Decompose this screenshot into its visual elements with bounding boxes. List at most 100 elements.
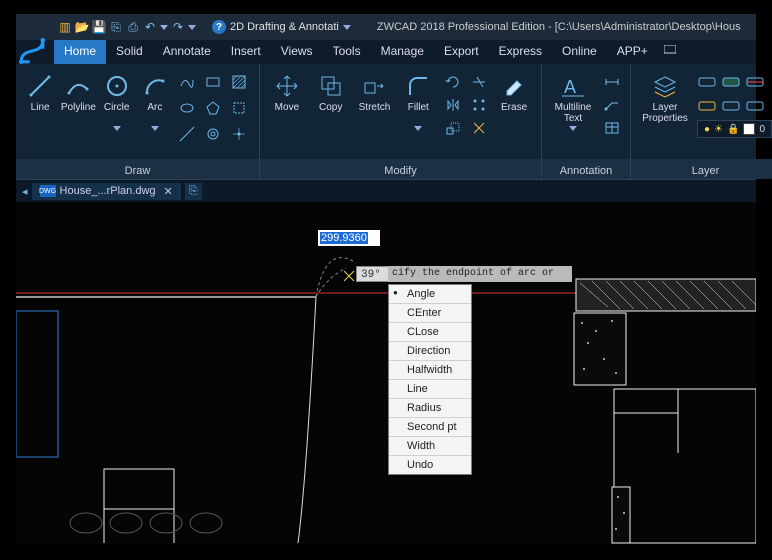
polyline-icon <box>64 72 92 100</box>
lock-icon: 🔒 <box>727 124 739 135</box>
chevron-down-icon <box>343 25 351 30</box>
xline-icon[interactable] <box>177 124 197 144</box>
fillet-button[interactable]: Fillet <box>397 68 439 135</box>
hatch-icon[interactable] <box>229 72 249 92</box>
mtext-button[interactable]: A Multiline Text <box>548 68 598 135</box>
copy-button[interactable]: Copy <box>310 68 352 128</box>
donut-icon[interactable] <box>203 124 223 144</box>
layer-properties-button[interactable]: Layer Properties <box>637 68 693 128</box>
quick-access-toolbar: ▥ 📂 💾 ⎘ ⎙ ↶ ↷ <box>58 20 196 34</box>
app-logo[interactable] <box>14 24 50 78</box>
menu-item-direction[interactable]: Direction <box>389 342 471 361</box>
menu-item-halfwidth[interactable]: Halfwidth <box>389 361 471 380</box>
redo-icon[interactable]: ↷ <box>171 20 185 34</box>
layer-match-icon[interactable] <box>697 96 717 116</box>
scale-icon[interactable] <box>443 118 463 138</box>
chevron-down-icon <box>414 126 422 131</box>
mirror-icon[interactable] <box>443 95 463 115</box>
dimension-icon[interactable] <box>602 72 622 92</box>
drawing-canvas[interactable]: 299.9360 39° cify the endpoint of arc or… <box>16 202 756 544</box>
circle-icon <box>103 72 131 100</box>
rectangle-icon[interactable] <box>203 72 223 92</box>
document-name: House_...rPlan.dwg <box>60 185 156 197</box>
tab-insert[interactable]: Insert <box>221 40 271 64</box>
layer-off-icon[interactable] <box>721 72 741 92</box>
tab-tools[interactable]: Tools <box>323 40 371 64</box>
dynamic-distance-input[interactable]: 299.9360 <box>318 230 380 246</box>
layer-prev-icon[interactable] <box>721 96 741 116</box>
menu-item-secondpt[interactable]: Second pt <box>389 418 471 437</box>
workspace-switcher[interactable]: ? 2D Drafting & Annotati <box>212 20 351 34</box>
layer-freeze-icon[interactable] <box>745 72 765 92</box>
tab-app[interactable]: APP+ <box>607 40 658 64</box>
array-icon[interactable] <box>469 95 489 115</box>
stretch-button[interactable]: Stretch <box>354 68 396 128</box>
circle-button[interactable]: Circle <box>99 68 135 135</box>
polygon-icon[interactable] <box>203 98 223 118</box>
panel-title: Layer <box>631 159 772 179</box>
saveas-icon[interactable]: ⎘ <box>109 20 123 34</box>
table-icon[interactable] <box>602 118 622 138</box>
layers-icon <box>651 72 679 100</box>
draw-small-tools <box>175 68 253 150</box>
plot-icon[interactable]: ⎙ <box>126 20 140 34</box>
menu-item-angle[interactable]: Angle <box>389 285 471 304</box>
spline-icon[interactable] <box>177 72 197 92</box>
document-tab[interactable]: DWG House_...rPlan.dwg ✕ <box>32 183 181 200</box>
command-prompt-tooltip: cify the endpoint of arc or <box>388 266 572 282</box>
new-tab-icon[interactable]: ⎘ <box>185 183 202 200</box>
ribbon: Line Polyline Circle Arc <box>16 64 756 180</box>
panel-title: Annotation <box>542 159 630 179</box>
tab-export[interactable]: Export <box>434 40 489 64</box>
ellipse-icon[interactable] <box>177 98 197 118</box>
menu-item-undo[interactable]: Undo <box>389 456 471 474</box>
menu-item-line[interactable]: Line <box>389 380 471 399</box>
tab-manage[interactable]: Manage <box>371 40 434 64</box>
layer-lock-icon[interactable] <box>745 96 765 116</box>
text-icon: A <box>559 72 587 100</box>
undo-icon[interactable]: ↶ <box>143 20 157 34</box>
menu-item-radius[interactable]: Radius <box>389 399 471 418</box>
menu-item-width[interactable]: Width <box>389 437 471 456</box>
new-icon[interactable]: ▥ <box>58 20 72 34</box>
undo-dropdown-icon[interactable] <box>160 25 168 30</box>
tab-online[interactable]: Online <box>552 40 607 64</box>
tab-solid[interactable]: Solid <box>106 40 153 64</box>
panel-modify: Move Copy Stretch Fillet <box>260 64 542 179</box>
arc-button[interactable]: Arc <box>137 68 173 135</box>
document-tabs: ◂ DWG House_...rPlan.dwg ✕ ⎘ <box>16 180 756 202</box>
polyline-button[interactable]: Polyline <box>60 68 96 128</box>
svg-text:A: A <box>564 77 576 97</box>
copy-icon <box>317 72 345 100</box>
menu-item-center[interactable]: CEnter <box>389 304 471 323</box>
menu-item-close[interactable]: CLose <box>389 323 471 342</box>
color-swatch <box>743 123 755 135</box>
move-icon <box>273 72 301 100</box>
layer-dropdown[interactable]: ● ☀ 🔒 0 <box>697 120 772 138</box>
save-icon[interactable]: 💾 <box>92 20 106 34</box>
tab-annotate[interactable]: Annotate <box>153 40 221 64</box>
tab-views[interactable]: Views <box>271 40 323 64</box>
stretch-icon <box>360 72 388 100</box>
context-menu: Angle CEnter CLose Direction Halfwidth L… <box>388 284 472 475</box>
region-icon[interactable] <box>229 98 249 118</box>
tab-collapse[interactable] <box>658 40 682 64</box>
tab-home[interactable]: Home <box>54 40 106 64</box>
redo-dropdown-icon[interactable] <box>188 25 196 30</box>
drawing-content <box>16 202 756 544</box>
tab-scroll-left[interactable]: ◂ <box>22 185 28 198</box>
tab-express[interactable]: Express <box>489 40 552 64</box>
trim-icon[interactable] <box>469 72 489 92</box>
title-bar: ▥ 📂 💾 ⎘ ⎙ ↶ ↷ ? 2D Drafting & Annotati Z… <box>16 14 756 40</box>
open-icon[interactable]: 📂 <box>75 20 89 34</box>
rotate-icon[interactable] <box>443 72 463 92</box>
layer-iso-icon[interactable] <box>697 72 717 92</box>
point-icon[interactable] <box>229 124 249 144</box>
ribbon-tabs: Home Solid Annotate Insert Views Tools M… <box>16 40 756 64</box>
leader-icon[interactable] <box>602 95 622 115</box>
erase-button[interactable]: Erase <box>493 68 535 128</box>
move-button[interactable]: Move <box>266 68 308 128</box>
panel-title: Draw <box>16 159 259 179</box>
close-icon[interactable]: ✕ <box>164 185 173 198</box>
explode-icon[interactable] <box>469 118 489 138</box>
